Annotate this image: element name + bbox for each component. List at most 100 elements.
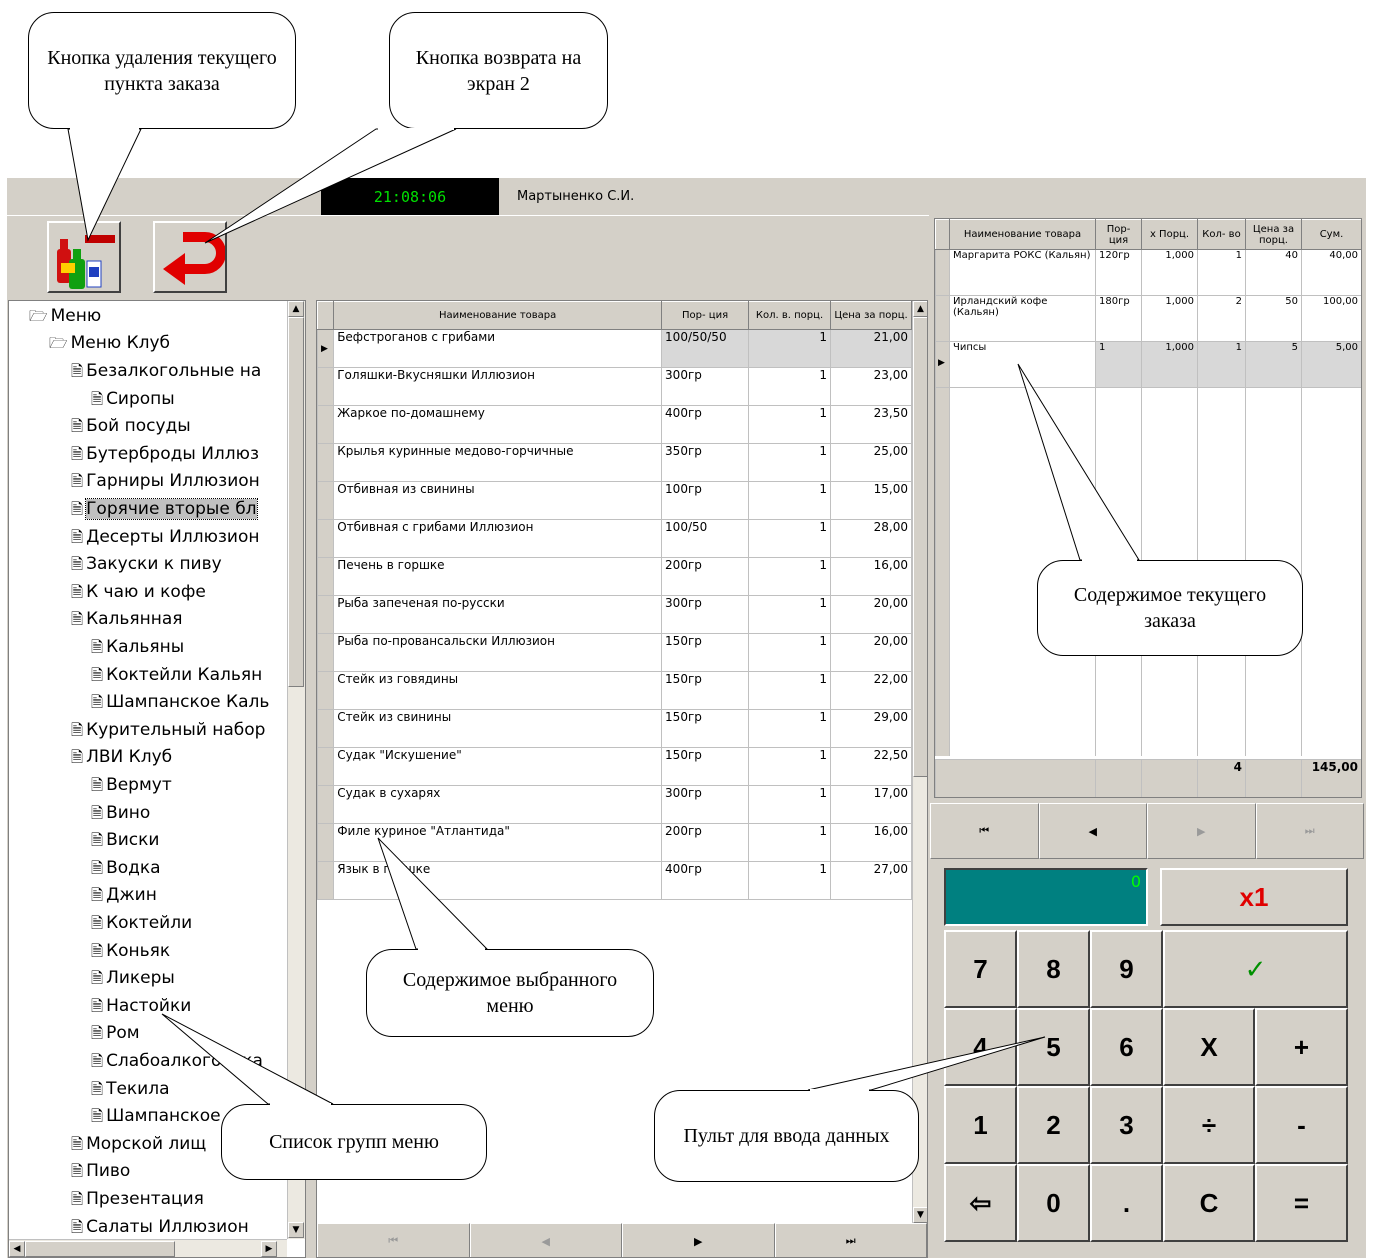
table-row[interactable]: Судак "Искушение" 150гр 1 22,50 [317,747,912,786]
tree-item[interactable]: 🗎 Морской лищ [71,1131,206,1158]
clear-button[interactable]: C [1163,1164,1255,1242]
tree-item[interactable]: 🗎 Коктейли Кальян [91,662,262,689]
confirm-button[interactable]: ✓ [1163,930,1348,1008]
table-row[interactable]: Голяшки-Вкусняшки Иллюзион 300гр 1 23,00 [317,367,912,406]
order-first-button[interactable]: ⏮ [930,803,1039,859]
scroll-right-arrow-icon[interactable]: ▶ [261,1241,277,1257]
scroll-thumb[interactable] [288,317,304,687]
order-row[interactable]: Ирландский кофе (Кальян) 180гр 1,000 2 50 100… [935,295,1361,342]
tree-item[interactable]: 🗎 Кальяны [91,634,184,661]
key-1[interactable]: 1 [944,1086,1017,1164]
next-record-button[interactable]: ▶ [622,1223,775,1257]
key-5[interactable]: 5 [1017,1008,1090,1086]
tree-item[interactable]: 🗎 Виски [91,827,159,854]
table-row[interactable]: Крылья куринные медово-горчичные 350гр 1 25… [317,443,912,482]
tree-item[interactable]: 🗎 Вермут [91,772,172,799]
table-row[interactable]: ▶ Бефстроганов с грибами 100/50/50 1 21,00 [317,329,912,368]
scroll-up-arrow-icon[interactable]: ▲ [913,301,927,317]
tree-item[interactable]: 🗎 Джин [91,882,157,909]
table-row[interactable]: Отбивная с грибами Иллюзион 100/50 1 28,00 [317,519,912,558]
table-row[interactable]: Судак в сухарях 300гр 1 17,00 [317,785,912,824]
tree-item[interactable]: 🗎 Бой посуды [71,413,191,440]
key-6[interactable]: 6 [1090,1008,1163,1086]
col-header-name[interactable]: Наименование товара [333,301,663,330]
tree-item[interactable]: 🗎 Ром [91,1020,140,1047]
tree-item[interactable]: 🗎 Ликеры [91,965,175,992]
tree-node-club[interactable]: 🗁 Меню Клуб [49,330,170,357]
order-col-multiplier[interactable]: х Порц. [1141,219,1198,250]
table-row[interactable]: Жаркое по-домашнему 400гр 1 23,50 [317,405,912,444]
delete-order-item-button[interactable] [47,221,121,293]
scroll-thumb[interactable] [913,317,927,777]
tree-horizontal-scrollbar[interactable]: ◀ ▶ [9,1239,287,1257]
col-header-portion[interactable]: Пор- ция [661,301,750,330]
tree-item[interactable]: 🗎 Салаты Иллюзион [71,1214,249,1241]
minus-button[interactable]: - [1255,1086,1348,1164]
tree-item[interactable]: 🗎 Курительный набор [71,717,265,744]
order-row[interactable]: Маргарита РОКС (Кальян) 120гр 1,000 1 40 40,0… [935,249,1361,296]
tree-item[interactable]: 🗎 Вино [91,800,150,827]
key-4[interactable]: 4 [944,1008,1017,1086]
tree-item[interactable]: 🗎 Слабоалкоголька [91,1048,263,1075]
tree-item[interactable]: 🗎 Гарниры Иллюзион [71,468,260,495]
tree-item[interactable]: 🗎 Горячие вторые бл [71,496,258,523]
scroll-down-arrow-icon[interactable]: ▼ [288,1222,304,1238]
tree-item[interactable]: 🗎 Шампанское [91,1103,221,1130]
scroll-left-arrow-icon[interactable]: ◀ [9,1241,25,1257]
backspace-button[interactable]: ⇦ [944,1164,1017,1242]
table-row[interactable]: Стейк из свинины 150гр 1 29,00 [317,709,912,748]
decimal-button[interactable]: . [1090,1164,1163,1242]
order-col-name[interactable]: Наименование товара [949,219,1096,250]
key-0[interactable]: 0 [1017,1164,1090,1242]
tree-item[interactable]: 🗎 Коньяк [91,938,170,965]
tree-item[interactable]: 🗎 Водка [91,855,161,882]
key-3[interactable]: 3 [1090,1086,1163,1164]
order-col-qty[interactable]: Кол- во [1197,219,1246,250]
order-col-sum[interactable]: Сум. [1301,219,1361,250]
table-row[interactable]: Стейк из говядины 150гр 1 22,00 [317,671,912,710]
key-7[interactable]: 7 [944,930,1017,1008]
tree-item[interactable]: 🗎 Коктейли [91,910,192,937]
equals-button[interactable]: = [1255,1164,1348,1242]
tree-item[interactable]: 🗎 Сиропы [91,386,175,413]
table-row[interactable]: Филе куриное "Атлантида" 200гр 1 16,00 [317,823,912,862]
tree-node-root[interactable]: 🗁 Меню [29,303,101,330]
tree-item[interactable]: 🗎 Текила [91,1076,170,1103]
tree-item[interactable]: 🗎 Пиво [71,1158,130,1185]
divide-button[interactable]: ÷ [1163,1086,1255,1164]
tree-item[interactable]: 🗎 Бутерброды Иллюз [71,441,259,468]
tree-item[interactable]: 🗎 ЛВИ Клуб [71,744,172,771]
col-header-qty[interactable]: Кол. в. порц. [748,301,832,330]
tree-item[interactable]: 🗎 Безалкогольные на [71,358,261,385]
scroll-down-arrow-icon[interactable]: ▼ [913,1207,927,1223]
order-col-portion[interactable]: Пор- ция [1095,219,1142,250]
table-row[interactable]: Отбивная из свинины 100гр 1 15,00 [317,481,912,520]
order-prev-button[interactable]: ◀ [1038,803,1147,859]
tree-item[interactable]: 🗎 Кальянная [71,606,183,633]
key-9[interactable]: 9 [1090,930,1163,1008]
plus-button[interactable]: + [1255,1008,1348,1086]
order-last-button[interactable]: ⏭ [1255,803,1364,859]
tree-item[interactable]: 🗎 К чаю и кофе [71,579,206,606]
order-row[interactable]: ▶ Чипсы 1 1,000 1 5 5,00 [935,341,1361,388]
multiplier-button[interactable]: x1 [1160,868,1348,926]
order-col-price[interactable]: Цена за порц. [1245,219,1302,250]
tree-item[interactable]: 🗎 Десерты Иллюзион [71,524,260,551]
menu-vertical-scrollbar[interactable]: ▲ ▼ [912,301,927,1223]
table-row[interactable]: Рыба запеченая по-русски 300гр 1 20,00 [317,595,912,634]
back-to-screen-2-button[interactable] [153,221,227,293]
key-8[interactable]: 8 [1017,930,1090,1008]
table-row[interactable]: Печень в горшке 200гр 1 16,00 [317,557,912,596]
order-grid[interactable]: Наименование товара Пор- ция х Порц. Кол… [934,218,1362,798]
hscroll-thumb[interactable] [25,1241,175,1257]
tree-vertical-scrollbar[interactable]: ▲ ▼ [287,301,305,1239]
scroll-up-arrow-icon[interactable]: ▲ [288,301,304,317]
key-2[interactable]: 2 [1017,1086,1090,1164]
table-row[interactable]: Рыба по-провансальски Иллюзион 150гр 1 20,0… [317,633,912,672]
multiply-button[interactable]: X [1163,1008,1255,1086]
order-next-button[interactable]: ▶ [1147,803,1256,859]
first-record-button[interactable]: ⏮ [317,1223,470,1257]
prev-record-button[interactable]: ◀ [469,1223,622,1257]
last-record-button[interactable]: ⏭ [774,1223,927,1257]
tree-item[interactable]: 🗎 Презентация [71,1186,204,1213]
